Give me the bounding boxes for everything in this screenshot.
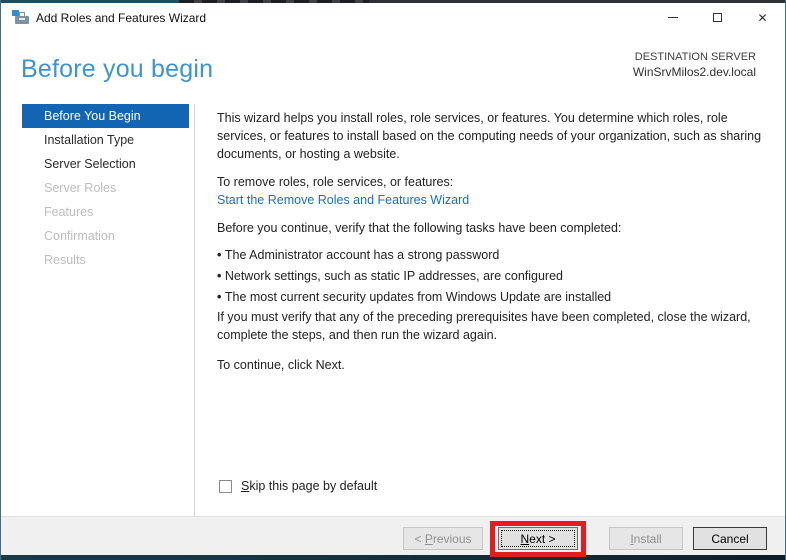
close-icon: ✕ [757,10,768,25]
background-window-bottom-edge [1,555,785,560]
nav-item-installation-type[interactable]: Installation Type [22,128,189,152]
nav-item-server-selection[interactable]: Server Selection [22,152,189,176]
continue-note: To continue, click Next. [217,358,345,372]
wizard-app-icon [12,10,30,25]
close-button[interactable]: ✕ [740,3,785,32]
destination-server-block: DESTINATION SERVER WinSrvMilos2.dev.loca… [633,50,756,80]
previous-button[interactable]: < Previous [403,527,483,550]
skip-default-checkbox[interactable] [219,479,232,493]
minimize-button[interactable] [650,3,695,32]
nav-item-server-roles[interactable]: Server Roles [22,176,189,200]
remove-roles-wizard-link[interactable]: Start the Remove Roles and Features Wiza… [217,191,771,209]
list-item: The Administrator account has a strong p… [217,245,771,266]
prerequisite-note: If you must verify that any of the prece… [217,310,751,342]
caption-buttons: ✕ [650,3,785,32]
nav-item-confirmation[interactable]: Confirmation [22,224,189,248]
list-item: Network settings, such as static IP addr… [217,266,771,287]
nav-item-features[interactable]: Features [22,200,189,224]
remove-roles-label: To remove roles, role services, or featu… [217,175,454,189]
skip-default-label[interactable]: Skip this page by default [241,479,377,493]
page-content: This wizard helps you install roles, rol… [217,104,771,374]
list-item: The most current security updates from W… [217,287,771,308]
prerequisite-list: The Administrator account has a strong p… [217,245,771,308]
wizard-window: Add Roles and Features Wizard ✕ Before y… [0,0,786,560]
nav-item-results[interactable]: Results [22,248,189,272]
verify-intro: Before you continue, verify that the fol… [217,221,622,235]
wizard-steps-nav: Before You Begin Installation Type Serve… [1,104,194,272]
cancel-button[interactable]: Cancel [693,527,767,550]
skip-page-row: Skip this page by default [219,479,377,493]
page-title: Before you begin [21,55,214,83]
intro-paragraph: This wizard helps you install roles, rol… [217,111,762,161]
title-bar: Add Roles and Features Wizard ✕ [1,3,785,32]
minimize-icon [667,17,678,18]
install-button[interactable]: Install [609,527,683,550]
window-title: Add Roles and Features Wizard [36,11,207,25]
destination-server-label: DESTINATION SERVER [634,51,756,63]
nav-item-before-you-begin[interactable]: Before You Begin [22,104,189,128]
maximize-icon [713,13,722,22]
destination-server-name: WinSrvMilos2.dev.local [632,65,756,79]
maximize-button[interactable] [695,3,740,32]
nav-content-divider [194,104,195,516]
next-button[interactable]: Next > [498,527,578,550]
